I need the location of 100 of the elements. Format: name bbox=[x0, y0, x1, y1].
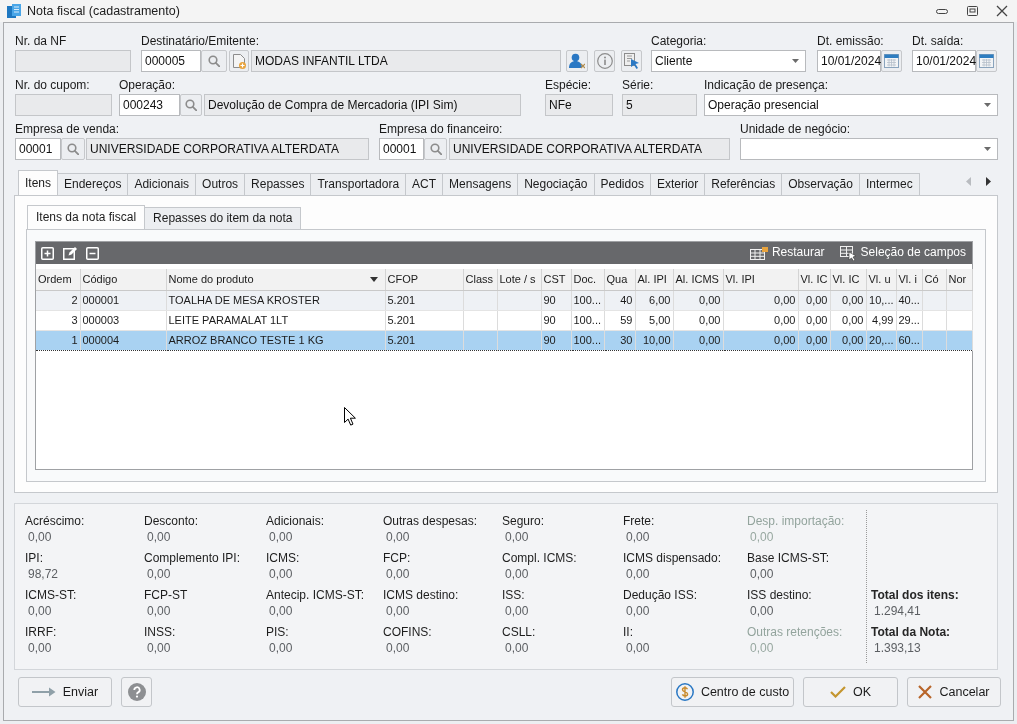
table-cell: 59 bbox=[604, 310, 635, 330]
search-button[interactable] bbox=[61, 138, 85, 160]
field-label: Série: bbox=[622, 77, 654, 93]
toolbar-button[interactable]: Seleção de campos bbox=[839, 243, 966, 263]
total-label: Total dos itens: bbox=[871, 587, 959, 603]
field-label: Empresa do financeiro: bbox=[379, 121, 503, 137]
name-field[interactable]: UNIVERSIDADE CORPORATIVA ALTERDATA bbox=[86, 138, 369, 160]
column-header[interactable]: Có bbox=[922, 269, 946, 290]
column-header[interactable]: Qua bbox=[604, 269, 635, 290]
cancel-button[interactable]: Cancelar bbox=[907, 677, 1001, 707]
document-add-icon bbox=[232, 53, 246, 69]
field-label: Nr. do cupom: bbox=[15, 77, 90, 93]
edit-icon[interactable] bbox=[63, 246, 77, 260]
field-value: 0,00 bbox=[626, 566, 650, 582]
field-label: INSS: bbox=[144, 624, 176, 640]
field-label: Outras despesas: bbox=[383, 513, 478, 529]
caret-icon bbox=[984, 103, 991, 107]
calendar-button[interactable] bbox=[976, 50, 997, 72]
table-row[interactable]: 3 000003 LEITE PARAMALAT 1LT 5.201 90 100... 59 5,00 0,00 0,00 0,00 0,00 4,99 29... bbox=[36, 310, 972, 330]
dropdown[interactable]: Cliente bbox=[651, 50, 806, 72]
field-label: Compl. ICMS: bbox=[502, 550, 577, 566]
tab[interactable]: Itens da nota fiscal bbox=[27, 205, 146, 229]
column-header[interactable]: Ordem bbox=[36, 269, 80, 290]
field-value: 0,00 bbox=[386, 529, 410, 545]
arrow-icon bbox=[31, 687, 56, 697]
column-header[interactable]: Nor bbox=[946, 269, 972, 290]
search-button[interactable] bbox=[180, 94, 202, 116]
input-field[interactable] bbox=[15, 94, 112, 116]
table-cell: 0,00 bbox=[798, 310, 830, 330]
field-label: Seguro: bbox=[502, 513, 545, 529]
field-value: 0,00 bbox=[269, 529, 293, 545]
select-button[interactable] bbox=[621, 50, 642, 72]
column-header[interactable]: Código bbox=[80, 269, 166, 290]
dropdown[interactable]: Operação presencial bbox=[704, 94, 998, 116]
total-value: 1.393,13 bbox=[874, 640, 921, 656]
table-cell: 2 bbox=[36, 290, 80, 310]
code-field[interactable]: 000005 bbox=[141, 50, 201, 72]
table-cell: 0,00 bbox=[673, 310, 723, 330]
code-field[interactable]: 000243 bbox=[119, 94, 180, 116]
table-cell: LEITE PARAMALAT 1LT bbox=[166, 310, 385, 330]
contact-button[interactable] bbox=[566, 50, 588, 72]
column-header[interactable]: Vl. IPI bbox=[723, 269, 798, 290]
info-icon bbox=[596, 53, 613, 69]
text-field[interactable]: 5 bbox=[622, 94, 697, 116]
table-cursor-icon bbox=[839, 245, 857, 261]
field-value: 0,00 bbox=[147, 640, 171, 656]
field-label: Dt. saída: bbox=[912, 33, 964, 49]
name-field[interactable]: UNIVERSIDADE CORPORATIVA ALTERDATA bbox=[449, 138, 730, 160]
caret-icon bbox=[984, 147, 991, 151]
field-value: 0,00 bbox=[269, 603, 293, 619]
search-button[interactable] bbox=[201, 50, 227, 72]
column-header[interactable]: Vl. IC bbox=[830, 269, 866, 290]
field-label: ICMS destino: bbox=[383, 587, 459, 603]
search-button[interactable] bbox=[424, 138, 447, 160]
date-field[interactable]: 10/01/2024 bbox=[817, 50, 881, 72]
column-header[interactable]: CST bbox=[541, 269, 571, 290]
add-button[interactable] bbox=[229, 50, 249, 72]
right-arrow-icon[interactable] bbox=[985, 176, 991, 186]
field-value: 0,00 bbox=[626, 529, 650, 545]
send-button[interactable]: Enviar bbox=[18, 677, 112, 707]
input-field[interactable] bbox=[15, 50, 131, 72]
remove-icon[interactable] bbox=[86, 246, 99, 260]
code-field[interactable]: 00001 bbox=[379, 138, 424, 160]
column-header[interactable]: Doc. bbox=[571, 269, 604, 290]
table-cell: 5,00 bbox=[635, 310, 673, 330]
ok-button[interactable]: OK bbox=[803, 677, 898, 707]
tab[interactable]: Intermec bbox=[858, 173, 920, 195]
field-value: 0,00 bbox=[750, 529, 774, 545]
name-field[interactable]: MODAS INFANTIL LTDA bbox=[251, 50, 561, 72]
column-header[interactable]: Vl. i bbox=[896, 269, 922, 290]
calendar-button[interactable] bbox=[881, 50, 902, 72]
name-field[interactable]: Devolução de Compra de Mercadoria (IPI Sim) bbox=[204, 94, 521, 116]
help-button[interactable] bbox=[121, 677, 152, 707]
date-field[interactable]: 10/01/2024 bbox=[912, 50, 976, 72]
tab[interactable]: Repasses do item da nota bbox=[144, 207, 302, 229]
toolbar-button[interactable]: Restaurar bbox=[749, 243, 825, 263]
column-header[interactable]: Vl. u bbox=[866, 269, 896, 290]
tab[interactable]: Itens bbox=[18, 170, 58, 195]
text-field[interactable]: NFe bbox=[545, 94, 613, 116]
column-header[interactable]: Al. IPI bbox=[635, 269, 673, 290]
field-label: CSLL: bbox=[502, 624, 536, 640]
info-button[interactable] bbox=[594, 50, 615, 72]
cost-center-button[interactable]: Centro de custo bbox=[671, 677, 794, 707]
add-icon[interactable] bbox=[41, 246, 54, 260]
table-cell: 29... bbox=[896, 310, 922, 330]
caret-icon bbox=[792, 59, 799, 63]
field-value: 0,00 bbox=[269, 640, 293, 656]
column-header[interactable]: CFOP bbox=[385, 269, 463, 290]
table-row[interactable]: 1 000004 ARROZ BRANCO TESTE 1 KG 5.201 90 100... 30 10,00 0,00 0,00 0,00 0,00 20,... 60... bbox=[36, 330, 972, 350]
field-label: Dedução ISS: bbox=[623, 587, 698, 603]
column-header[interactable]: Vl. IC bbox=[798, 269, 830, 290]
search-icon bbox=[429, 143, 442, 155]
column-header[interactable]: Class bbox=[463, 269, 497, 290]
column-header[interactable]: Al. ICMS bbox=[673, 269, 723, 290]
help-icon bbox=[127, 683, 146, 701]
column-header[interactable]: Lote / s bbox=[497, 269, 541, 290]
field-label: ICMS: bbox=[266, 550, 300, 566]
code-field[interactable]: 00001 bbox=[15, 138, 61, 160]
column-header[interactable]: Nome do produto bbox=[166, 269, 385, 290]
table-row[interactable]: 2 000001 TOALHA DE MESA KROSTER 5.201 90 100... 40 6,00 0,00 0,00 0,00 0,00 10,... 40... bbox=[36, 290, 972, 310]
